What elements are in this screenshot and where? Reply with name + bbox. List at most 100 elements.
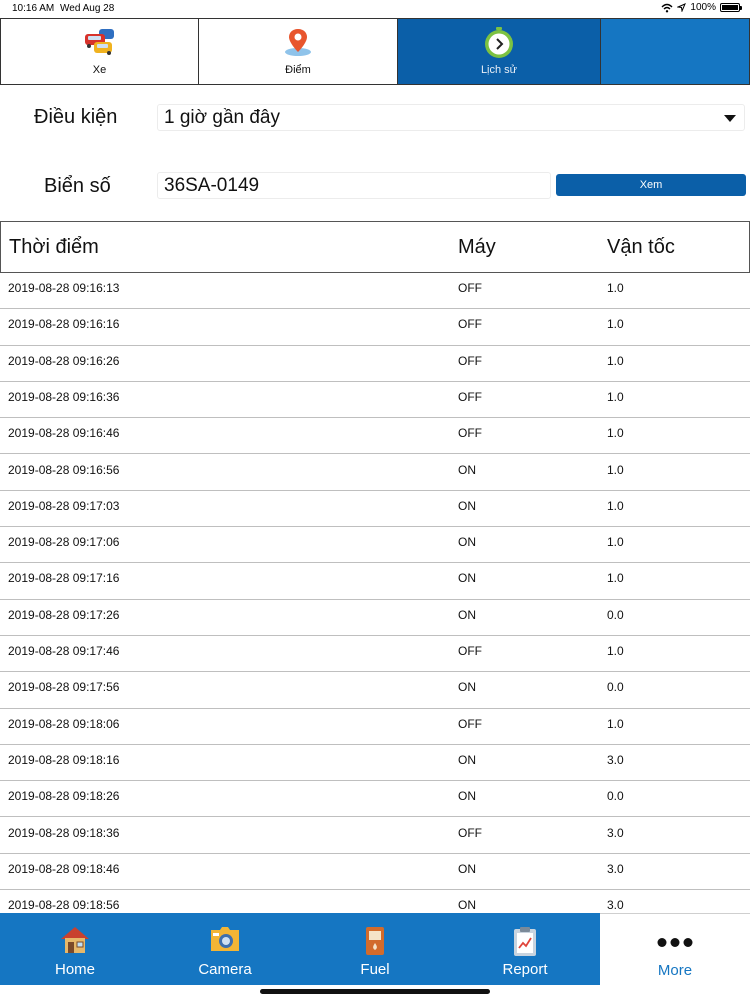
bottom-tab-label: Report [502,961,548,978]
table-row[interactable]: 2019-08-28 09:18:56 ON 3.0 [0,890,750,913]
report-clipboard-icon [512,925,538,962]
cell-time: 2019-08-28 09:16:26 [8,353,120,368]
bottom-tab-more[interactable]: More [600,913,750,985]
condition-label: Điều kiện [34,106,118,128]
bottom-tab-label: More [657,962,693,979]
cell-speed: 0.0 [607,789,624,804]
tab-xe[interactable]: Xe [0,18,199,85]
table-row[interactable]: 2019-08-28 09:17:16 ON 1.0 [0,563,750,600]
cell-speed: 3.0 [607,898,624,913]
condition-value: 1 giờ gần đây [164,107,280,128]
cell-speed: 1.0 [607,535,624,550]
cell-engine: ON [458,861,476,876]
cell-time: 2019-08-28 09:18:36 [8,825,120,840]
cell-speed: 1.0 [607,426,624,441]
cell-engine: ON [458,680,476,695]
cell-time: 2019-08-28 09:18:56 [8,898,120,913]
cell-speed: 3.0 [607,861,624,876]
status-date: Wed Aug 28 [60,3,115,14]
location-arrow-icon [677,3,687,12]
cell-speed: 1.0 [607,498,624,513]
plate-input[interactable]: 36SA-0149 [157,172,551,199]
table-row[interactable]: 2019-08-28 09:18:16 ON 3.0 [0,745,750,782]
table-row[interactable]: 2019-08-28 09:17:06 ON 1.0 [0,527,750,564]
cell-engine: OFF [458,353,482,368]
table-row[interactable]: 2019-08-28 09:17:46 OFF 1.0 [0,636,750,673]
cell-engine: ON [458,462,476,477]
cell-engine: ON [458,607,476,622]
cell-time: 2019-08-28 09:16:13 [8,281,120,295]
top-segmented-tabs: Xe Điểm Lịch sử [0,18,750,85]
clock-icon [482,27,516,64]
table-row[interactable]: 2019-08-28 09:18:06 OFF 1.0 [0,709,750,745]
cell-speed: 1.0 [607,317,624,332]
cell-engine: ON [458,498,476,513]
table-row[interactable]: 2019-08-28 09:16:13 OFF 1.0 [0,273,750,310]
cell-engine: OFF [458,426,482,441]
map-pin-icon [283,27,313,62]
table-row[interactable]: 2019-08-28 09:18:46 ON 3.0 [0,854,750,891]
bottom-tab-home[interactable]: Home [0,913,150,985]
bottom-tab-label: Home [54,961,95,978]
tab-diem[interactable]: Điểm [199,18,398,85]
tab-label: Xe [92,64,107,76]
bottom-tab-label: Camera [198,961,252,978]
condition-select[interactable]: 1 giờ gần đây [157,104,745,131]
cell-engine: ON [458,898,476,913]
cell-time: 2019-08-28 09:16:16 [8,317,120,332]
column-header-engine: Máy [458,236,496,258]
table-row[interactable]: 2019-08-28 09:16:26 OFF 1.0 [0,346,750,382]
cell-time: 2019-08-28 09:17:06 [8,535,120,550]
fuel-pump-icon [363,925,387,962]
table-row[interactable]: 2019-08-28 09:16:56 ON 1.0 [0,455,750,491]
bottom-tab-camera[interactable]: Camera [150,913,300,985]
battery-percent: 100% [690,2,716,13]
cell-engine: OFF [458,317,482,332]
cell-speed: 1.0 [607,462,624,477]
table-row[interactable]: 2019-08-28 09:17:26 ON 0.0 [0,600,750,636]
table-row[interactable]: 2019-08-28 09:17:56 ON 0.0 [0,672,750,709]
plate-label: Biển số [44,175,111,197]
cell-time: 2019-08-28 09:16:46 [8,426,120,441]
cell-speed: 1.0 [607,389,624,404]
table-row[interactable]: 2019-08-28 09:17:03 ON 1.0 [0,491,750,528]
home-indicator [260,989,490,994]
plate-value: 36SA-0149 [164,175,260,196]
cell-time: 2019-08-28 09:18:46 [8,861,120,876]
tab-empty[interactable] [601,18,750,85]
status-bar: 10:16 AM Wed Aug 28 100% [0,0,750,18]
cell-speed: 3.0 [607,752,624,767]
column-header-speed: Vận tốc [607,236,675,258]
table-row[interactable]: 2019-08-28 09:16:46 OFF 1.0 [0,418,750,455]
table-row[interactable]: 2019-08-28 09:18:36 OFF 3.0 [0,818,750,854]
cell-time: 2019-08-28 09:16:36 [8,389,120,404]
cell-engine: ON [458,752,476,767]
cell-time: 2019-08-28 09:17:46 [8,644,120,658]
table-row[interactable]: 2019-08-28 09:16:16 OFF 1.0 [0,309,750,346]
cell-speed: 1.0 [607,281,624,295]
cell-speed: 0.0 [607,680,624,695]
cell-engine: OFF [458,716,482,731]
table-row[interactable]: 2019-08-28 09:18:26 ON 0.0 [0,781,750,818]
cell-time: 2019-08-28 09:17:03 [8,498,120,513]
cell-time: 2019-08-28 09:18:16 [8,752,120,767]
cell-engine: ON [458,571,476,586]
camera-icon [208,925,242,958]
bottom-tab-fuel[interactable]: Fuel [300,913,450,985]
status-right: 100% [661,2,742,13]
tab-label: Lịch sử [480,64,518,76]
table-row[interactable]: 2019-08-28 09:16:36 OFF 1.0 [0,382,750,419]
cell-engine: OFF [458,825,482,840]
cell-engine: ON [458,535,476,550]
cell-engine: OFF [458,389,482,404]
view-button[interactable]: Xem [556,174,746,196]
cell-speed: 0.0 [607,607,624,622]
cell-time: 2019-08-28 09:17:16 [8,571,120,586]
cell-engine: OFF [458,281,482,295]
cell-speed: 3.0 [607,825,624,840]
table-body[interactable]: 2019-08-28 09:16:13 OFF 1.0 2019-08-28 09:1… [0,273,750,913]
bottom-tab-report[interactable]: Report [450,913,600,985]
status-time: 10:16 AM [12,3,55,14]
cell-speed: 1.0 [607,716,624,731]
tab-lich-su[interactable]: Lịch sử [398,18,601,85]
